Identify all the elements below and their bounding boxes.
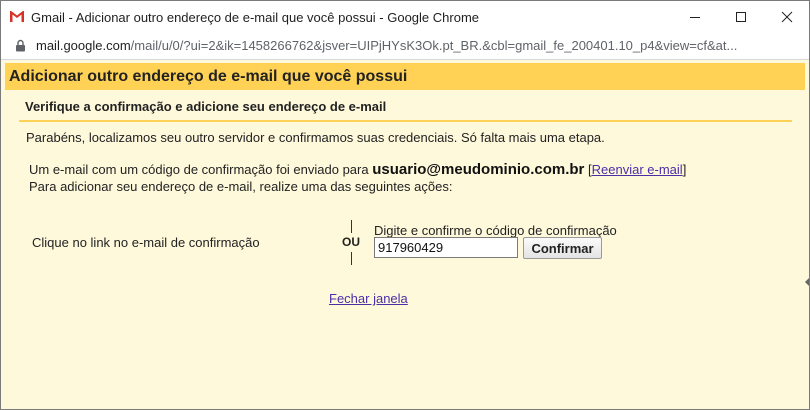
- email-address: usuario@meudominio.com.br: [372, 161, 585, 178]
- main-header: Adicionar outro endereço de e-mail que v…: [5, 63, 805, 90]
- close-button[interactable]: [765, 1, 809, 33]
- minimize-button[interactable]: [673, 1, 717, 33]
- code-label: Digite e confirme o código de confirmaçã…: [374, 223, 617, 238]
- resend-email-link[interactable]: Reenviar e-mail: [592, 162, 683, 177]
- url-text[interactable]: mail.google.com/mail/u/0/?ui=2&ik=145826…: [36, 38, 801, 53]
- sub-header: Verifique a confirmação e adicione seu e…: [19, 96, 792, 122]
- gmail-icon: [9, 10, 25, 23]
- divider-top: [351, 220, 352, 233]
- sent-message: Um e-mail com um código de confirmação f…: [29, 162, 369, 177]
- resize-handle-icon[interactable]: [805, 278, 809, 286]
- or-label: OU: [342, 235, 360, 249]
- instructions-text: Para adicionar seu endereço de e-mail, r…: [29, 179, 453, 194]
- maximize-button[interactable]: [719, 1, 763, 33]
- close-icon: [781, 11, 793, 23]
- title-bar[interactable]: Gmail - Adicionar outro endereço de e-ma…: [1, 1, 809, 33]
- close-window-link[interactable]: Fechar janela: [329, 291, 408, 306]
- url-path: /mail/u/0/?ui=2&ik=1458266762&jsver=UIPj…: [130, 38, 738, 53]
- url-host: mail.google.com: [36, 38, 131, 53]
- page-title: Adicionar outro endereço de e-mail que v…: [9, 68, 408, 85]
- section-title: Verifique a confirmação e adicione seu e…: [25, 99, 387, 114]
- window-title: Gmail - Adicionar outro endereço de e-ma…: [31, 10, 480, 25]
- confirm-button[interactable]: Confirmar: [523, 237, 602, 259]
- maximize-icon: [736, 12, 746, 22]
- success-message: Parabéns, localizamos seu outro servidor…: [26, 130, 605, 145]
- resend-close-bracket: ]: [682, 162, 687, 177]
- popup-window: Gmail - Adicionar outro endereço de e-ma…: [0, 0, 810, 410]
- address-bar[interactable]: mail.google.com/mail/u/0/?ui=2&ik=145826…: [1, 33, 809, 60]
- lock-icon: [16, 39, 25, 52]
- sent-line: Um e-mail com um código de confirmação f…: [29, 161, 686, 178]
- option-click-link: Clique no link no e-mail de confirmação: [32, 235, 260, 250]
- minimize-icon: [690, 17, 700, 18]
- divider-bottom: [351, 252, 352, 265]
- page-content: Adicionar outro endereço de e-mail que v…: [1, 60, 809, 409]
- confirmation-code-input[interactable]: [374, 237, 518, 258]
